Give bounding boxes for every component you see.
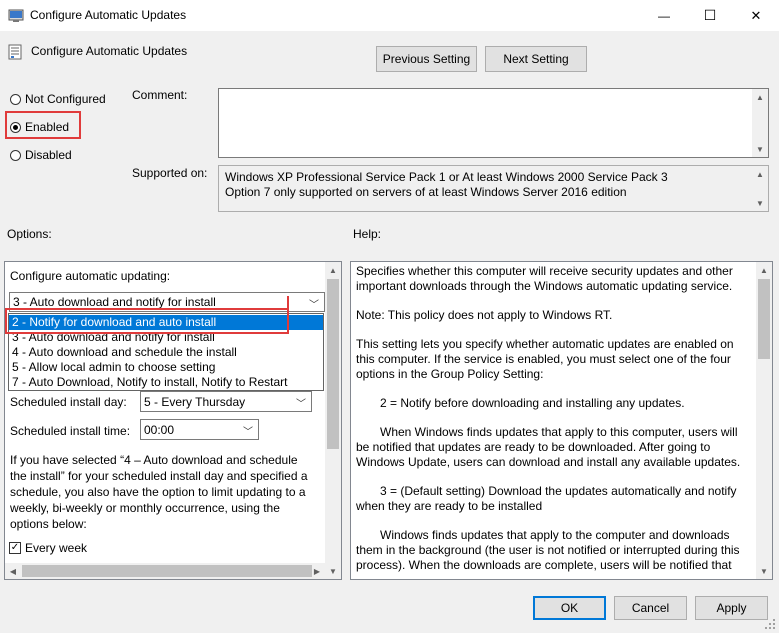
scroll-thumb[interactable] — [758, 279, 770, 359]
configure-updating-label: Configure automatic updating: — [10, 269, 171, 283]
install-time-select[interactable]: 00:00 ﹀ — [140, 419, 259, 440]
scroll-thumb[interactable] — [327, 279, 339, 449]
combo-annotation-edge — [287, 296, 289, 310]
radio-circle — [10, 149, 21, 161]
radio-circle-selected — [10, 121, 21, 133]
dropdown-option-4[interactable]: 4 - Auto download and schedule the insta… — [9, 345, 323, 360]
apply-button[interactable]: Apply — [695, 596, 768, 620]
supported-on-box: Windows XP Professional Service Pack 1 o… — [218, 165, 769, 212]
radio-label-enabled: Enabled — [25, 120, 70, 134]
help-label: Help: — [353, 227, 382, 241]
minimize-button[interactable]: — — [641, 0, 687, 31]
install-time-value: 00:00 — [144, 422, 175, 437]
radio-enabled[interactable]: Enabled — [10, 120, 69, 134]
maximize-icon: ☐ — [703, 7, 717, 23]
scroll-down-icon[interactable]: ▼ — [752, 195, 768, 211]
help-paragraph: 2 = Notify before downloading and instal… — [380, 396, 685, 410]
previous-setting-button[interactable]: Previous Setting — [376, 46, 477, 72]
supported-scrollbar[interactable]: ▲ ▼ — [752, 166, 768, 211]
scroll-right-icon[interactable]: ▶ — [309, 563, 325, 579]
ok-button[interactable]: OK — [533, 596, 606, 620]
help-panel: Specifies whether this computer will rec… — [350, 261, 773, 580]
help-paragraph: 3 = (Default setting) Download the updat… — [356, 484, 737, 513]
configure-updating-value: 3 - Auto download and notify for install — [13, 295, 216, 309]
radio-label-disabled: Disabled — [25, 148, 72, 162]
help-paragraph: Note: This policy does not apply to Wind… — [356, 308, 613, 322]
policy-name-label: Configure Automatic Updates — [31, 44, 188, 58]
install-time-label: Scheduled install time: — [10, 424, 131, 438]
help-paragraph: This setting lets you specify whether au… — [356, 337, 734, 381]
radio-label-not-configured: Not Configured — [25, 92, 106, 106]
dropdown-option-7[interactable]: 7 - Auto Download, Notify to install, No… — [9, 375, 323, 390]
option-2-annotation-box — [5, 308, 289, 334]
scroll-up-icon[interactable]: ▲ — [752, 166, 768, 182]
radio-not-configured[interactable]: Not Configured — [10, 92, 106, 106]
next-setting-button[interactable]: Next Setting — [485, 46, 587, 72]
supported-line-1: Windows XP Professional Service Pack 1 o… — [225, 170, 668, 184]
options-h-scrollbar[interactable]: ◀ ▶ — [5, 563, 325, 579]
scroll-down-icon[interactable]: ▼ — [756, 563, 772, 579]
dropdown-option-5[interactable]: 5 - Allow local admin to choose setting — [9, 360, 323, 375]
install-day-select[interactable]: 5 - Every Thursday ﹀ — [140, 391, 312, 412]
scroll-up-icon[interactable]: ▲ — [752, 89, 768, 105]
scroll-up-icon[interactable]: ▲ — [325, 262, 341, 278]
supported-line-2: Option 7 only supported on servers of at… — [225, 185, 627, 199]
options-label: Options: — [7, 227, 52, 241]
policy-setting-icon — [8, 44, 22, 60]
chevron-down-icon: ﹀ — [296, 399, 306, 410]
comment-scrollbar[interactable]: ▲ ▼ — [752, 89, 768, 157]
checkmark-icon: ✓ — [9, 542, 21, 554]
policy-app-icon — [8, 9, 24, 22]
help-paragraph: Windows finds updates that apply to the … — [356, 528, 740, 572]
chevron-down-icon: ﹀ — [243, 427, 253, 438]
close-icon: ✕ — [750, 7, 762, 23]
scroll-down-icon[interactable]: ▼ — [752, 141, 768, 157]
help-paragraph: Specifies whether this computer will rec… — [356, 264, 733, 293]
scroll-up-icon[interactable]: ▲ — [756, 262, 772, 278]
comment-label: Comment: — [132, 88, 188, 102]
scroll-thumb[interactable] — [22, 565, 312, 577]
cancel-button[interactable]: Cancel — [614, 596, 687, 620]
every-week-label: Every week — [25, 541, 88, 555]
radio-disabled[interactable]: Disabled — [10, 148, 72, 162]
scroll-left-icon[interactable]: ◀ — [5, 563, 21, 579]
close-button[interactable]: ✕ — [733, 0, 779, 31]
help-paragraph: When Windows finds updates that apply to… — [356, 425, 741, 469]
chevron-down-icon: ﹀ — [309, 300, 319, 311]
options-scrollbar[interactable]: ▲ ▼ — [325, 262, 341, 579]
help-scrollbar[interactable]: ▲ ▼ — [756, 262, 772, 579]
install-day-label: Scheduled install day: — [10, 395, 127, 409]
title-bar: Configure Automatic Updates — ☐ ✕ — [0, 0, 779, 32]
install-day-value: 5 - Every Thursday — [144, 394, 246, 409]
scroll-down-icon[interactable]: ▼ — [325, 563, 341, 579]
every-week-checkbox[interactable]: ✓ Every week — [9, 541, 87, 555]
minimize-icon: — — [658, 8, 670, 23]
maximize-button[interactable]: ☐ — [687, 0, 733, 31]
resize-grip-icon[interactable] — [763, 617, 777, 631]
schedule-info-text: If you have selected “4 – Auto download … — [10, 453, 308, 531]
supported-on-label: Supported on: — [132, 166, 208, 180]
window-title: Configure Automatic Updates — [30, 8, 187, 22]
help-text: Specifies whether this computer will rec… — [356, 264, 752, 579]
radio-circle — [10, 93, 21, 105]
comment-textbox[interactable]: ▲ ▼ — [218, 88, 769, 158]
